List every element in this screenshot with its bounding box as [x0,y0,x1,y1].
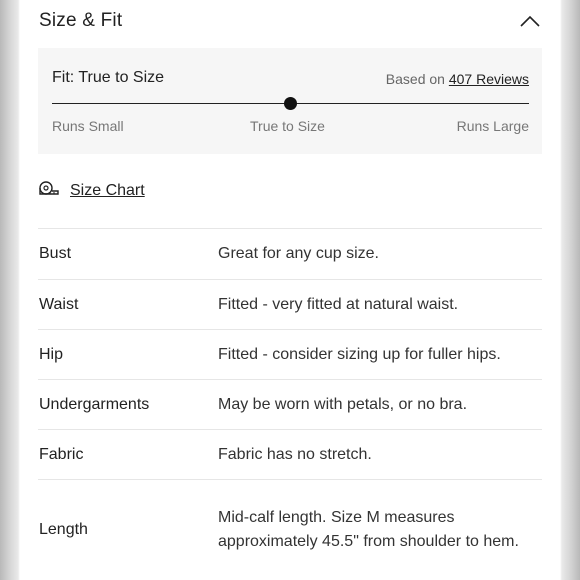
detail-row-fabric: Fabric Fabric has no stretch. [38,429,542,479]
scale-runs-small: Runs Small [52,118,124,134]
detail-row-length: Length Mid-calf length. Size M measures … [38,479,542,579]
detail-key: Length [39,520,88,538]
reviews-prefix: Based on [385,71,445,87]
detail-row-hip: Hip Fitted - consider sizing up for full… [38,329,542,379]
detail-key: Hip [39,345,64,363]
size-chart-label: Size Chart [70,182,145,199]
fit-meter: Fit: True to Size Based on 407 Reviews R… [38,48,542,154]
detail-value: Great for any cup size. [218,245,379,262]
scale-runs-large: Runs Large [456,118,529,134]
scale-true-to-size: True to Size [250,118,325,134]
size-chart-link[interactable]: Size Chart [38,180,145,202]
reviews-link[interactable]: 407 Reviews [449,71,529,87]
detail-value: Fitted - consider sizing up for fuller h… [218,345,501,363]
detail-row-undergarments: Undergarments May be worn with petals, o… [38,379,542,429]
chevron-up-icon[interactable] [519,10,541,32]
size-fit-panel: Size & Fit Fit: True to Size Based on 40… [20,0,560,580]
detail-key: Bust [39,245,72,262]
section-header[interactable]: Size & Fit [39,8,541,34]
section-title: Size & Fit [39,10,123,31]
fit-details-table: Bust Great for any cup size. Waist Fitte… [38,228,542,579]
detail-row-waist: Waist Fitted - very fitted at natural wa… [38,279,542,329]
detail-key: Waist [39,295,79,313]
fit-indicator [284,97,297,110]
detail-row-bust: Bust Great for any cup size. [38,228,542,279]
measuring-tape-icon [38,180,60,202]
detail-value: Fabric has no stretch. [218,445,372,463]
detail-key: Undergarments [39,395,150,413]
detail-value: Mid-calf length. Size M measures approxi… [218,508,519,550]
fit-label: Fit: True to Size [52,69,165,86]
detail-value: May be worn with petals, or no bra. [218,395,468,413]
detail-key: Fabric [39,445,84,463]
reviews-summary: Based on 407 Reviews [386,71,529,87]
detail-value: Fitted - very fitted at natural waist. [218,295,459,313]
